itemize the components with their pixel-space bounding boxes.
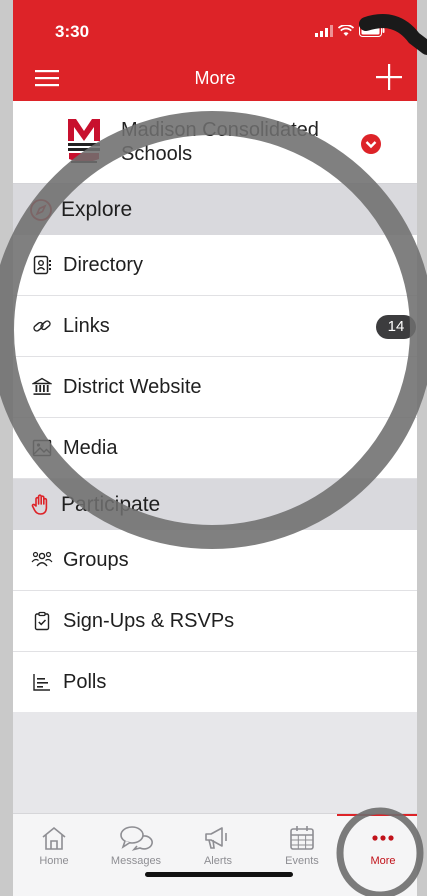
poll-icon (31, 671, 53, 693)
tab-label: Events (285, 855, 319, 867)
menu-item-label: Links (63, 314, 110, 337)
wifi-icon (338, 24, 354, 36)
status-time: 3:30 (55, 22, 90, 41)
empty-area (13, 712, 417, 813)
tab-events[interactable]: Events (262, 814, 342, 874)
section-explore: Explore (13, 184, 417, 235)
tab-label: Alerts (203, 855, 233, 867)
school-name: Madison Consolidated Schools (121, 119, 319, 165)
institution-icon (31, 376, 53, 398)
menu-item-sign-ups[interactable]: Sign-Ups & RSVPs (13, 591, 417, 652)
menu-item-label: Sign-Ups & RSVPs (63, 609, 235, 632)
menu-item-links[interactable]: Links 14 (13, 296, 417, 357)
tab-more[interactable]: More (343, 814, 417, 874)
clipboard-check-icon (31, 610, 53, 632)
page-title: More (194, 68, 236, 88)
compass-icon (29, 198, 53, 222)
signal-icon (315, 24, 333, 37)
chevron-down-icon[interactable] (360, 133, 382, 155)
app-screen: 3:30 More Madison Consolidated Schools E… (13, 0, 417, 896)
menu-item-label: Groups (63, 548, 129, 571)
dots-icon (343, 824, 417, 852)
tab-messages[interactable]: Messages (96, 814, 176, 874)
add-icon[interactable] (375, 63, 403, 91)
home-icon (14, 824, 94, 852)
school-selector[interactable]: Madison Consolidated Schools (13, 101, 417, 184)
link-icon (31, 315, 53, 337)
menu-item-label: District Website (63, 375, 202, 398)
menu-item-label: Media (63, 436, 118, 459)
menu-item-label: Polls (63, 670, 107, 693)
home-indicator (145, 872, 293, 877)
megaphone-icon (178, 824, 258, 852)
menu-item-polls[interactable]: Polls (13, 652, 417, 713)
menu-item-media[interactable]: Media (13, 418, 417, 479)
school-logo (65, 115, 103, 169)
section-participate: Participate (13, 479, 417, 530)
section-label: Explore (61, 197, 133, 221)
top-bar: 3:30 More (13, 0, 417, 101)
count-badge: 14 (376, 315, 416, 339)
menu-item-label: Directory (63, 253, 144, 276)
menu-item-directory[interactable]: Directory (13, 235, 417, 296)
tab-bar: Home Messages Alerts Events More (13, 813, 417, 896)
tab-alerts[interactable]: Alerts (178, 814, 258, 874)
section-label: Participate (61, 492, 161, 516)
battery-icon (359, 24, 385, 37)
image-icon (31, 437, 53, 459)
tab-label: More (370, 855, 396, 867)
calendar-icon (262, 824, 342, 852)
chat-bubbles-icon (96, 824, 176, 852)
tab-label: Messages (110, 855, 162, 867)
contact-book-icon (31, 254, 53, 276)
status-icons (315, 24, 385, 37)
menu-item-district-website[interactable]: District Website (13, 357, 417, 418)
menu-item-groups[interactable]: Groups (13, 530, 417, 591)
raised-hand-icon (29, 493, 53, 517)
tab-home[interactable]: Home (14, 814, 94, 874)
people-icon (31, 549, 53, 571)
tab-label: Home (39, 855, 69, 867)
